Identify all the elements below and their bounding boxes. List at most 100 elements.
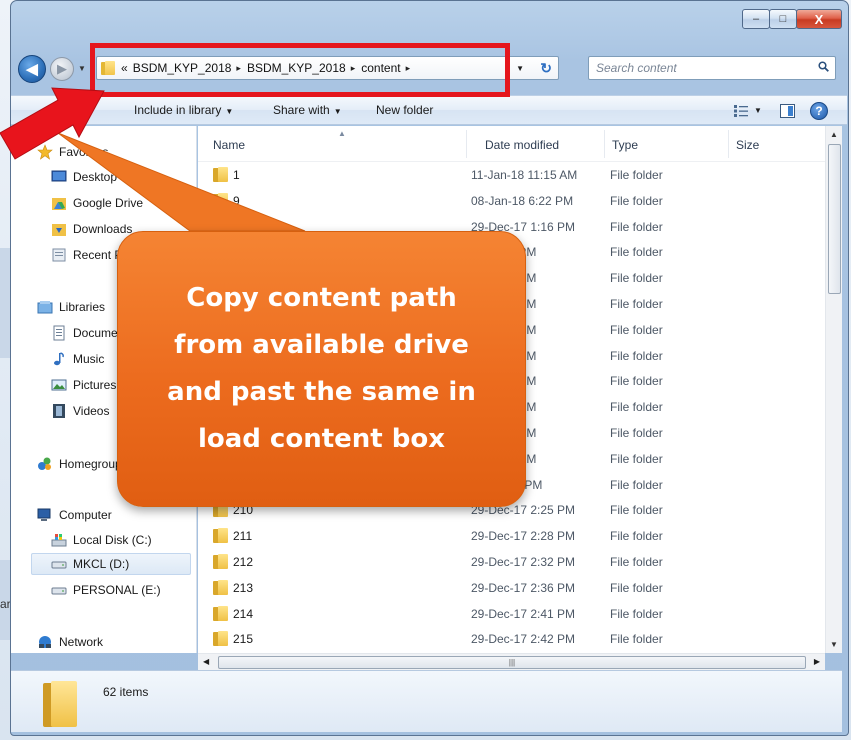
nav-item-google-drive[interactable]: Google Drive xyxy=(51,192,143,214)
nav-computer[interactable]: Computer xyxy=(37,504,112,526)
nav-item-personal-e[interactable]: PERSONAL (E:) xyxy=(51,579,161,601)
chevron-down-icon: ▼ xyxy=(333,107,342,116)
scroll-left-icon[interactable]: ◀ xyxy=(203,657,209,666)
scroll-thumb[interactable]: ||| xyxy=(218,656,806,669)
nav-label: Downloads xyxy=(73,222,133,236)
close-button[interactable]: X xyxy=(796,9,842,29)
nav-item-mkcl-d[interactable]: MKCL (D:) xyxy=(31,553,191,575)
file-type: File folder xyxy=(610,477,663,492)
downloads-folder-icon xyxy=(52,224,66,236)
preview-pane-icon[interactable] xyxy=(780,104,795,118)
column-header-size[interactable]: Size xyxy=(736,138,759,152)
file-type: File folder xyxy=(610,168,663,182)
file-date-modified: 29-Dec-17 2:32 PM xyxy=(471,555,576,569)
maximize-button[interactable]: □ xyxy=(769,9,797,29)
nav-label: Pictures xyxy=(73,378,117,392)
scroll-right-icon[interactable]: ▶ xyxy=(814,657,820,666)
libraries-icon xyxy=(37,301,53,314)
help-icon[interactable]: ? xyxy=(810,102,828,120)
minimize-button[interactable]: – xyxy=(742,9,770,29)
views-icon[interactable] xyxy=(734,105,748,117)
folder-icon xyxy=(213,167,229,182)
nav-label: Homegroup xyxy=(59,457,122,471)
views-dropdown-icon[interactable]: ▼ xyxy=(754,106,762,115)
file-type: File folder xyxy=(610,632,663,647)
nav-label: Favorites xyxy=(59,145,109,159)
column-headers: ▲ Name Date modified Type Size xyxy=(198,126,825,162)
caption-buttons: – □ X xyxy=(742,9,842,31)
callout-text-line: from available drive xyxy=(174,330,469,360)
file-row[interactable]: 215 29-Dec-17 2:42 PM File folder xyxy=(198,626,825,652)
search-box[interactable]: Search content xyxy=(588,56,836,80)
search-icon[interactable] xyxy=(818,61,829,72)
nav-network[interactable]: Network xyxy=(37,631,103,653)
nav-label: Computer xyxy=(59,508,112,522)
column-divider[interactable] xyxy=(728,130,729,158)
address-dropdown-icon[interactable]: ▼ xyxy=(516,64,524,73)
instruction-callout: Copy content path from available drive a… xyxy=(117,231,526,507)
nav-item-downloads[interactable]: Downloads xyxy=(51,218,132,240)
nav-item-pictures[interactable]: Pictures xyxy=(51,374,116,396)
column-divider[interactable] xyxy=(466,130,467,158)
file-row[interactable]: 9 08-Jan-18 6:22 PM File folder xyxy=(198,188,825,214)
command-bar: Include in library ▼ Share with ▼ New fold… xyxy=(11,95,847,125)
nav-homegroup[interactable]: Homegroup xyxy=(37,453,122,475)
scroll-up-icon[interactable]: ▲ xyxy=(830,130,838,139)
file-row[interactable]: 1 11-Jan-18 11:15 AM File folder xyxy=(198,162,825,188)
scroll-down-icon[interactable]: ▼ xyxy=(830,640,838,649)
column-header-name[interactable]: Name xyxy=(213,138,245,152)
chevron-down-icon: ▼ xyxy=(225,107,234,116)
file-type: File folder xyxy=(610,400,663,415)
callout-text-line: and past the same in xyxy=(167,377,476,407)
nav-libraries[interactable]: Libraries xyxy=(37,296,105,318)
file-type: File folder xyxy=(610,580,663,595)
file-type: File folder xyxy=(610,529,663,544)
nav-label: MKCL (D:) xyxy=(73,557,130,571)
documents-icon xyxy=(53,325,65,341)
scroll-thumb[interactable] xyxy=(828,144,841,294)
drive-icon xyxy=(51,561,67,569)
column-header-date-modified[interactable]: Date modified xyxy=(485,138,559,152)
refresh-icon[interactable]: ↻ xyxy=(540,60,552,77)
drive-icon xyxy=(51,587,67,595)
column-header-type[interactable]: Type xyxy=(612,138,638,152)
nav-label: Videos xyxy=(73,404,110,418)
column-divider[interactable] xyxy=(604,130,605,158)
file-type: File folder xyxy=(610,297,663,311)
file-date-modified: 11-Jan-18 11:15 AM xyxy=(471,168,578,182)
nav-label: Libraries xyxy=(59,300,106,314)
search-input[interactable]: Search content xyxy=(596,61,677,75)
nav-item-local-disk-c[interactable]: Local Disk (C:) xyxy=(51,529,152,551)
callout-text-line: load content box xyxy=(197,424,446,454)
file-type: File folder xyxy=(610,348,663,363)
star-icon xyxy=(37,144,53,160)
file-type: File folder xyxy=(610,374,663,389)
folder-icon xyxy=(43,681,77,727)
nav-label: Desktop xyxy=(73,170,118,184)
file-name: 213 xyxy=(233,580,254,595)
nav-favorites[interactable]: Favorites xyxy=(37,141,108,163)
file-type: File folder xyxy=(610,426,663,440)
nav-item-desktop[interactable]: Desktop xyxy=(51,166,117,188)
include-in-library-button[interactable]: Include in library ▼ xyxy=(134,103,233,117)
file-type: File folder xyxy=(610,193,663,208)
file-row[interactable]: 211 29-Dec-17 2:28 PM File folder xyxy=(198,523,825,549)
share-with-button[interactable]: Share with ▼ xyxy=(273,103,342,117)
share-with-label: Share with xyxy=(273,103,330,117)
file-row[interactable]: 214 29-Dec-17 2:41 PM File folder xyxy=(198,601,825,627)
vertical-scrollbar[interactable]: ▲ ▼ xyxy=(825,126,842,653)
new-folder-button[interactable]: New folder xyxy=(376,103,433,117)
back-button[interactable]: ◀ xyxy=(18,55,46,83)
file-type: File folder xyxy=(610,451,663,466)
nav-item-music[interactable]: Music xyxy=(51,348,104,370)
nav-item-videos[interactable]: Videos xyxy=(51,400,109,422)
file-row[interactable]: 213 29-Dec-17 2:36 PM File folder xyxy=(198,575,825,601)
folder-icon xyxy=(213,631,229,647)
forward-button[interactable]: ▶ xyxy=(50,57,74,81)
horizontal-scrollbar[interactable]: ◀ ||| ▶ xyxy=(198,653,825,670)
google-drive-folder-icon xyxy=(52,198,66,210)
file-type: File folder xyxy=(610,219,663,234)
pictures-icon xyxy=(51,379,67,391)
file-row[interactable]: 212 29-Dec-17 2:32 PM File folder xyxy=(198,549,825,575)
recent-pages-dropdown-icon[interactable]: ▼ xyxy=(78,64,86,73)
